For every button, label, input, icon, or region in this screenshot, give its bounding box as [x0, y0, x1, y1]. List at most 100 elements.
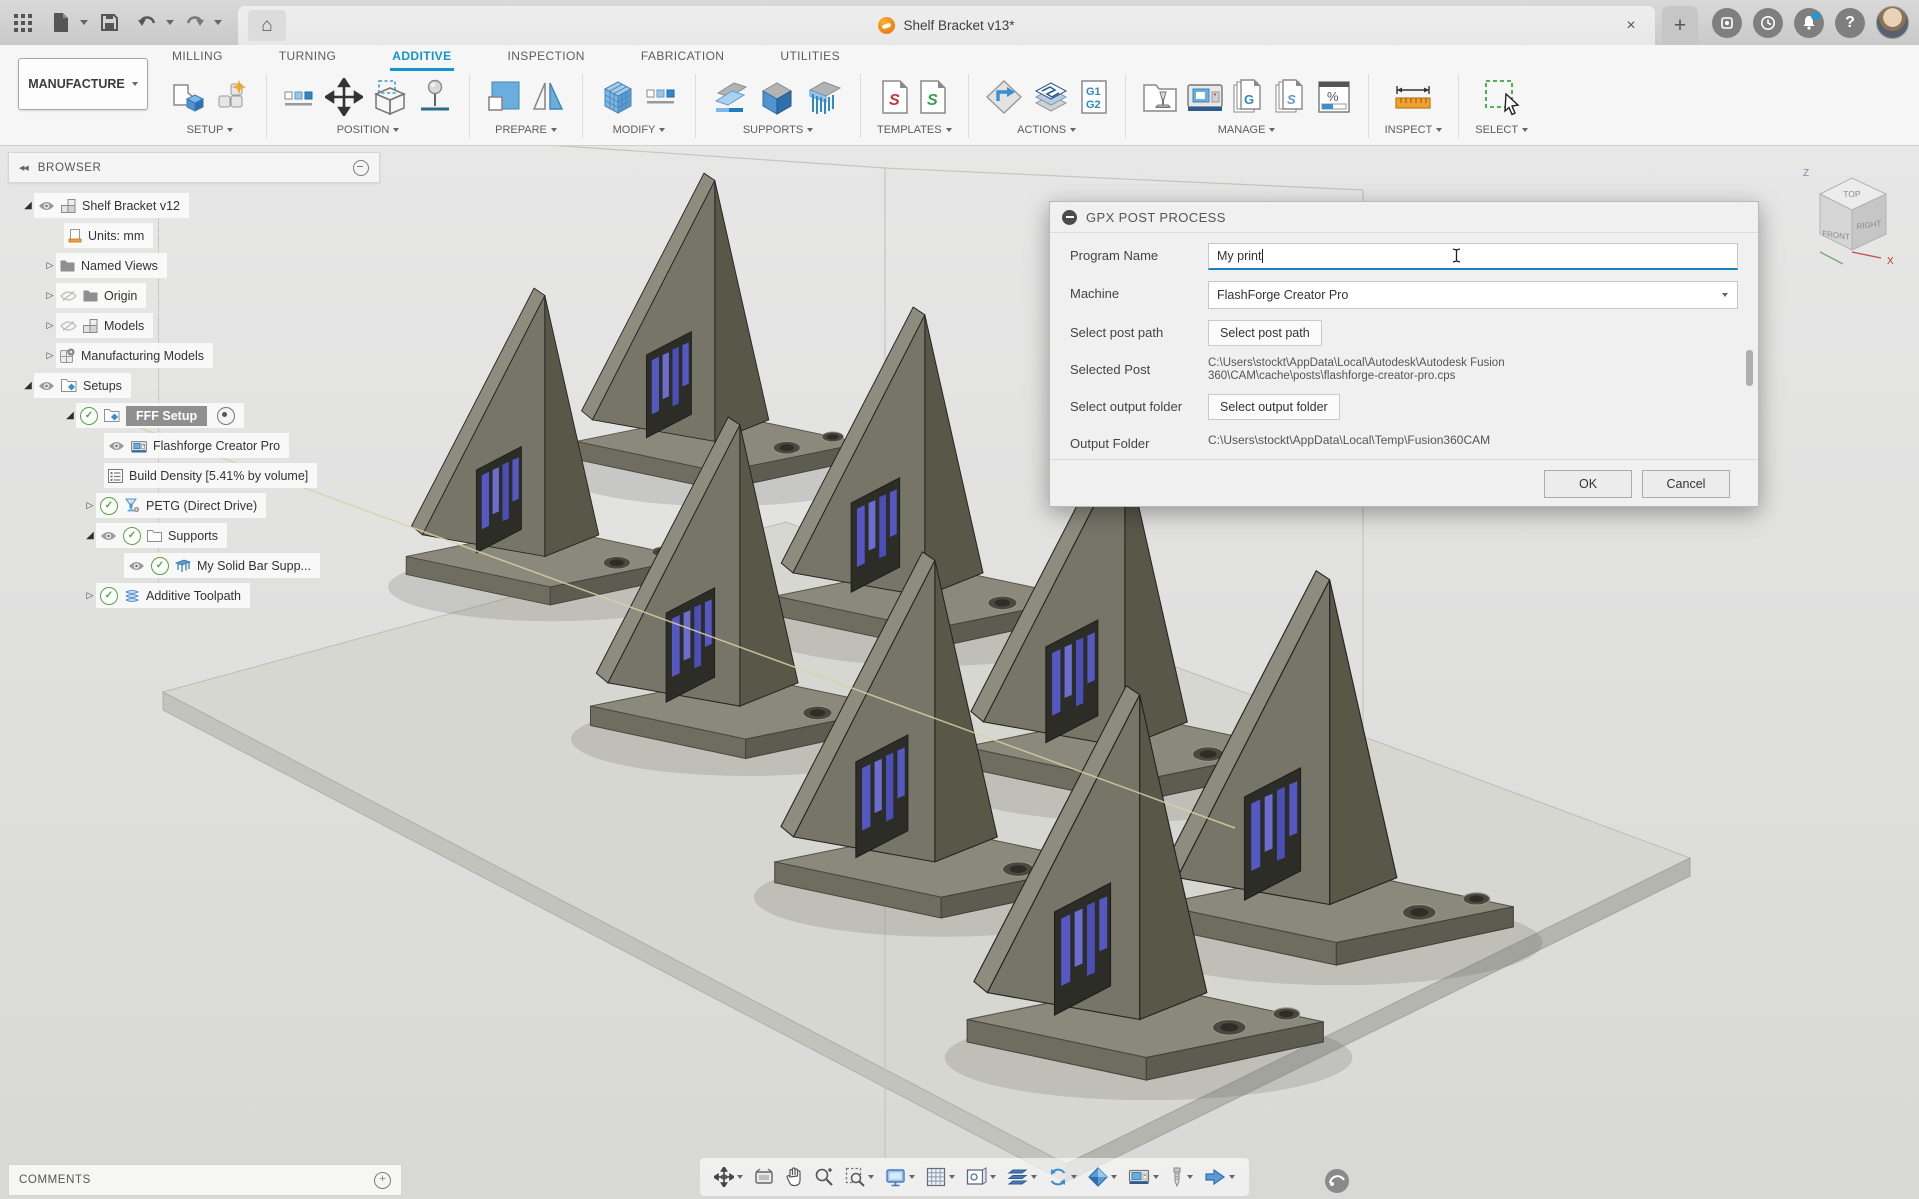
bar-supports-icon[interactable] — [804, 78, 844, 116]
expand-icon[interactable]: ◢ — [22, 200, 34, 211]
select-output-folder-button[interactable]: Select output folder — [1208, 394, 1340, 420]
expand-icon[interactable]: ◢ — [64, 410, 76, 421]
turntable-icon[interactable] — [1044, 1164, 1081, 1190]
active-setup-radio-icon[interactable] — [217, 407, 235, 425]
machine-select[interactable]: FlashForge Creator Pro — [1208, 281, 1738, 309]
measure-icon[interactable] — [1393, 80, 1433, 114]
dialog-header[interactable]: GPX POST PROCESS — [1050, 202, 1758, 233]
tab-turning[interactable]: TURNING — [277, 45, 338, 71]
expand-icon[interactable]: ▷ — [44, 260, 56, 271]
area-supports-icon[interactable] — [712, 79, 750, 115]
grid-settings-icon[interactable] — [922, 1164, 959, 1190]
tree-row-setups[interactable]: ◢ Setups — [8, 373, 380, 398]
viewcube[interactable]: Z TOP FRONT RIGHT X — [1795, 158, 1905, 275]
expand-icon[interactable]: ▷ — [44, 350, 56, 361]
tab-fabrication[interactable]: FABRICATION — [639, 45, 727, 71]
tab-milling[interactable]: MILLING — [170, 45, 225, 71]
tool-display-icon[interactable] — [1166, 1164, 1197, 1190]
cancel-button[interactable]: Cancel — [1642, 470, 1730, 498]
toolpath-display-icon[interactable] — [1200, 1165, 1239, 1189]
zoom-window-icon[interactable] — [841, 1164, 878, 1190]
expand-icon[interactable]: ◢ — [84, 530, 96, 541]
steps-icon[interactable] — [1003, 1165, 1041, 1189]
hollow-icon[interactable] — [599, 78, 637, 116]
edit-toolpath-icon[interactable] — [645, 80, 679, 114]
program-name-input[interactable]: My print — [1208, 243, 1738, 270]
document-tab[interactable]: ⌂ Shelf Bracket v13* × — [238, 6, 1655, 45]
arrange-list-icon[interactable] — [283, 80, 317, 114]
undo-caret-icon[interactable] — [166, 20, 174, 25]
orient-icon[interactable] — [486, 79, 522, 115]
tab-utilities[interactable]: UTILITIES — [778, 45, 842, 71]
appearance-icon[interactable] — [1084, 1164, 1121, 1190]
bottom-right-status-icon[interactable] — [1324, 1168, 1350, 1199]
expand-icon[interactable]: ▷ — [84, 500, 96, 511]
gcode-g1g2-icon[interactable]: G1G2 — [1079, 79, 1109, 115]
post-library-icon[interactable]: G — [1232, 79, 1266, 115]
add-comment-icon[interactable]: + — [374, 1172, 391, 1189]
arrange-icon[interactable] — [371, 78, 409, 116]
tree-row-fff-setup[interactable]: ◢ ✓ FFF Setup — [8, 403, 380, 428]
tree-row-named-views[interactable]: ▷ Named Views — [8, 253, 380, 278]
tree-row-manufacturing-models[interactable]: ▷ Manufacturing Models — [8, 343, 380, 368]
extensions-icon[interactable] — [1712, 8, 1742, 38]
generate-progress-icon[interactable]: % — [1316, 80, 1352, 114]
look-at-icon[interactable] — [750, 1165, 778, 1189]
eye-icon[interactable] — [100, 530, 117, 542]
tab-additive[interactable]: ADDITIVE — [390, 45, 453, 71]
eye-hidden-icon[interactable] — [60, 290, 77, 302]
tree-row-petg[interactable]: ▷ ✓ PETG (Direct Drive) — [8, 493, 380, 518]
notifications-bell-icon[interactable] — [1794, 8, 1824, 38]
tool-library-icon[interactable] — [1142, 79, 1178, 115]
tree-row-machine[interactable]: Flashforge Creator Pro — [8, 433, 380, 458]
mirror-icon[interactable] — [530, 79, 566, 115]
comments-panel[interactable]: COMMENTS + — [8, 1164, 402, 1196]
pan-icon[interactable] — [781, 1164, 807, 1190]
display-settings-minus-icon[interactable] — [353, 160, 369, 176]
zoom-icon[interactable] — [810, 1164, 838, 1190]
dialog-scrollbar-thumb[interactable] — [1746, 350, 1753, 386]
tree-row-origin[interactable]: ▷ Origin — [8, 283, 380, 308]
help-icon[interactable]: ? — [1835, 8, 1865, 38]
orbit-icon[interactable] — [710, 1164, 747, 1190]
expand-icon[interactable]: ◢ — [22, 380, 34, 391]
select-post-path-button[interactable]: Select post path — [1208, 320, 1322, 346]
collapse-panel-icon[interactable]: ◀◀ — [19, 164, 28, 172]
tree-row-supports[interactable]: ◢ ✓ Supports — [8, 523, 380, 548]
tree-row-units[interactable]: Units: mm — [8, 223, 380, 248]
display-settings-icon[interactable] — [881, 1165, 919, 1190]
tab-inspection[interactable]: INSPECTION — [506, 45, 587, 71]
machine-library-icon[interactable] — [1186, 80, 1224, 114]
viewports-icon[interactable] — [962, 1164, 1000, 1190]
eye-hidden-icon[interactable] — [60, 320, 77, 332]
workspace-selector[interactable]: MANUFACTURE — [18, 58, 148, 110]
move-icon[interactable] — [325, 78, 363, 116]
tree-row-solid-bar-support[interactable]: ✓ My Solid Bar Supp... — [8, 553, 380, 578]
new-setup-icon[interactable] — [170, 79, 206, 115]
tree-row-root[interactable]: ◢ Shelf Bracket v12 — [8, 193, 380, 218]
ok-button[interactable]: OK — [1544, 470, 1632, 498]
tree-row-build-density[interactable]: Build Density [5.41% by volume] — [8, 463, 380, 488]
template-green-doc-icon[interactable]: S — [918, 79, 948, 115]
stock-icon[interactable] — [214, 79, 250, 115]
tree-row-additive-toolpath[interactable]: ▷ ✓ Additive Toolpath — [8, 583, 380, 608]
save-icon[interactable] — [92, 6, 126, 40]
place-on-platform-icon[interactable] — [417, 78, 453, 116]
dialog-collapse-icon[interactable] — [1062, 210, 1077, 225]
undo-icon[interactable] — [130, 6, 164, 40]
volume-support-icon[interactable] — [758, 78, 796, 116]
user-avatar[interactable] — [1876, 6, 1909, 39]
new-tab-icon[interactable]: + — [1662, 6, 1698, 45]
close-tab-icon[interactable]: × — [1619, 14, 1643, 38]
expand-icon[interactable]: ▷ — [44, 290, 56, 301]
template-red-doc-icon[interactable]: S — [880, 79, 910, 115]
machine-display-icon[interactable] — [1124, 1165, 1163, 1189]
eye-icon[interactable] — [108, 440, 125, 452]
expand-icon[interactable]: ▷ — [84, 590, 96, 601]
redo-caret-icon[interactable] — [214, 20, 222, 25]
browser-header[interactable]: ◀◀ BROWSER — [8, 152, 380, 183]
tree-row-models[interactable]: ▷ Models — [8, 313, 380, 338]
eye-icon[interactable] — [128, 560, 145, 572]
file-menu-caret-icon[interactable] — [80, 20, 88, 25]
eye-icon[interactable] — [38, 200, 55, 212]
